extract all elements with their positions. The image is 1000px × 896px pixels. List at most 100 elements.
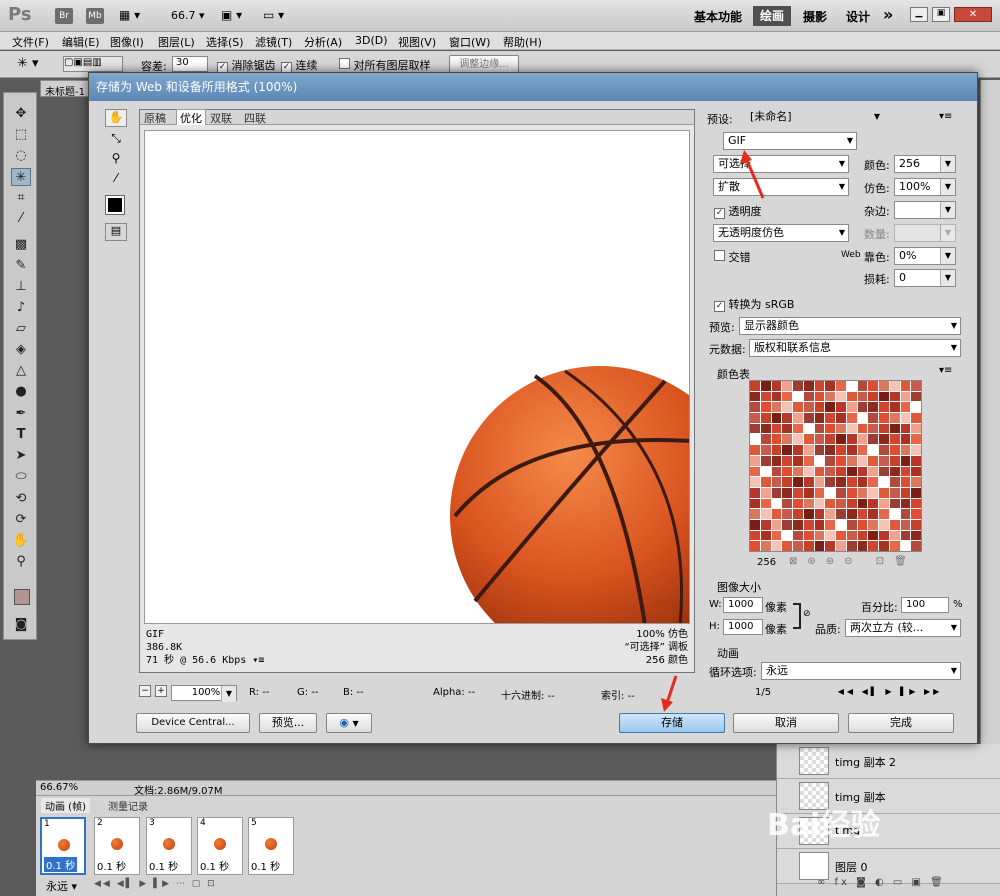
color-swatch[interactable] [911,413,921,423]
color-swatch[interactable] [836,413,846,423]
color-swatch[interactable] [825,434,835,445]
color-swatch[interactable] [879,509,889,519]
color-swatch[interactable] [857,423,868,434]
color-swatch[interactable] [771,519,782,530]
color-swatch[interactable] [846,519,857,530]
color-swatch[interactable] [868,423,878,434]
color-swatch[interactable] [782,455,792,466]
color-swatch[interactable] [750,509,760,519]
3d-orbit-icon[interactable]: ⟳ [11,511,31,529]
lasso-tool-icon[interactable]: ◌ [11,147,31,165]
color-swatch[interactable] [857,519,868,530]
color-swatch[interactable] [857,413,868,423]
color-swatch[interactable] [868,541,878,551]
color-swatch[interactable] [793,391,803,402]
menu-image[interactable]: 图像(I) [110,34,144,50]
color-swatch[interactable] [814,487,825,498]
color-swatch[interactable] [825,530,835,541]
color-swatch[interactable] [900,477,911,487]
loop-options-select[interactable]: 永远 ▼ [761,662,961,680]
color-swatch[interactable] [793,487,803,498]
color-swatch[interactable] [900,498,911,509]
color-swatch[interactable] [782,509,792,519]
color-swatch[interactable] [814,413,825,423]
all-layers-checkbox[interactable]: 对所有图层取样 [339,57,431,73]
bridge-button[interactable]: Br [55,8,73,24]
color-swatch[interactable] [750,466,760,477]
dither-input[interactable]: 100% ▼ [894,178,956,196]
color-swatch[interactable] [793,381,803,391]
menu-analysis[interactable]: 分析(A) [304,34,342,50]
color-swatch[interactable] [900,519,911,530]
color-swatch[interactable] [857,434,868,445]
color-swatch[interactable] [836,423,846,434]
color-swatch[interactable] [836,530,846,541]
color-swatch[interactable] [900,466,911,477]
color-swatch[interactable] [868,498,878,509]
color-swatch[interactable] [771,423,782,434]
color-swatch[interactable] [803,434,814,445]
color-swatch[interactable] [900,455,911,466]
color-swatch[interactable] [889,455,900,466]
color-swatch[interactable] [814,466,825,477]
move-tool-icon[interactable]: ✥ [11,105,31,123]
reduction-select[interactable]: 可选择 ▼ [713,155,849,173]
menu-select[interactable]: 选择(S) [206,34,244,50]
healing-tool-icon[interactable]: ▩ [11,236,31,254]
eraser-tool-icon[interactable]: ▱ [11,320,31,338]
tab-original[interactable]: 原稿 [144,110,166,126]
color-swatch[interactable] [803,530,814,541]
color-swatch[interactable] [750,487,760,498]
zoom-out-button[interactable]: − [139,685,151,697]
color-swatch[interactable] [825,413,835,423]
tab-animation[interactable]: 动画 (帧) [41,798,90,813]
color-swatch[interactable] [879,466,889,477]
color-swatch[interactable] [911,391,921,402]
color-swatch[interactable] [857,402,868,413]
magic-wand-tool-icon[interactable]: ✳ [11,168,31,186]
color-swatch[interactable] [911,466,921,477]
color-swatch[interactable] [771,455,782,466]
menu-3d[interactable]: 3D(D) [355,34,388,47]
color-swatch[interactable] [889,466,900,477]
color-swatch[interactable] [814,477,825,487]
chain-link-icon[interactable]: ⊘ [803,609,811,619]
color-swatch[interactable] [782,466,792,477]
color-swatch[interactable] [836,391,846,402]
color-swatch[interactable] [911,541,921,551]
color-swatch[interactable] [889,477,900,487]
color-swatch[interactable] [760,466,771,477]
crop-tool-icon[interactable]: ⌗ [11,189,31,207]
color-swatch[interactable] [750,455,760,466]
color-swatch[interactable] [825,541,835,551]
color-swatch[interactable] [793,541,803,551]
zoom-select[interactable]: 100% ▼ [171,685,237,702]
color-swatch[interactable] [760,509,771,519]
foreground-color-swatch[interactable] [14,589,30,605]
color-swatch[interactable] [782,413,792,423]
color-swatch[interactable] [836,541,846,551]
color-swatch[interactable] [900,434,911,445]
color-swatch[interactable] [836,519,846,530]
color-swatch[interactable] [889,541,900,551]
preset-menu-icon[interactable]: ▾≡ [939,111,952,122]
color-swatch[interactable] [771,413,782,423]
refine-edge-button[interactable]: 调整边缘... [449,55,519,73]
color-swatch[interactable] [836,402,846,413]
anim-frame[interactable]: 1 0.1 秒 [40,817,86,875]
menu-layer[interactable]: 图层(L) [158,34,195,50]
color-swatch[interactable] [814,445,825,455]
arrange-docs-icon[interactable]: ▣ ▾ [221,8,242,22]
frame-nav-controls[interactable]: ◀◀ ◀▌ ▶ ▌▶ ▶▶ [819,685,961,699]
color-swatch[interactable] [750,498,760,509]
pen-tool-icon[interactable]: ✒ [11,405,31,423]
anim-frame[interactable]: 2 0.1 秒 [94,817,140,875]
color-swatch[interactable] [836,445,846,455]
color-swatch[interactable] [771,466,782,477]
color-swatch[interactable] [868,530,878,541]
color-swatch[interactable] [857,541,868,551]
color-swatch[interactable] [750,391,760,402]
color-swatch[interactable] [760,402,771,413]
color-swatch[interactable] [750,445,760,455]
color-swatch[interactable] [782,487,792,498]
